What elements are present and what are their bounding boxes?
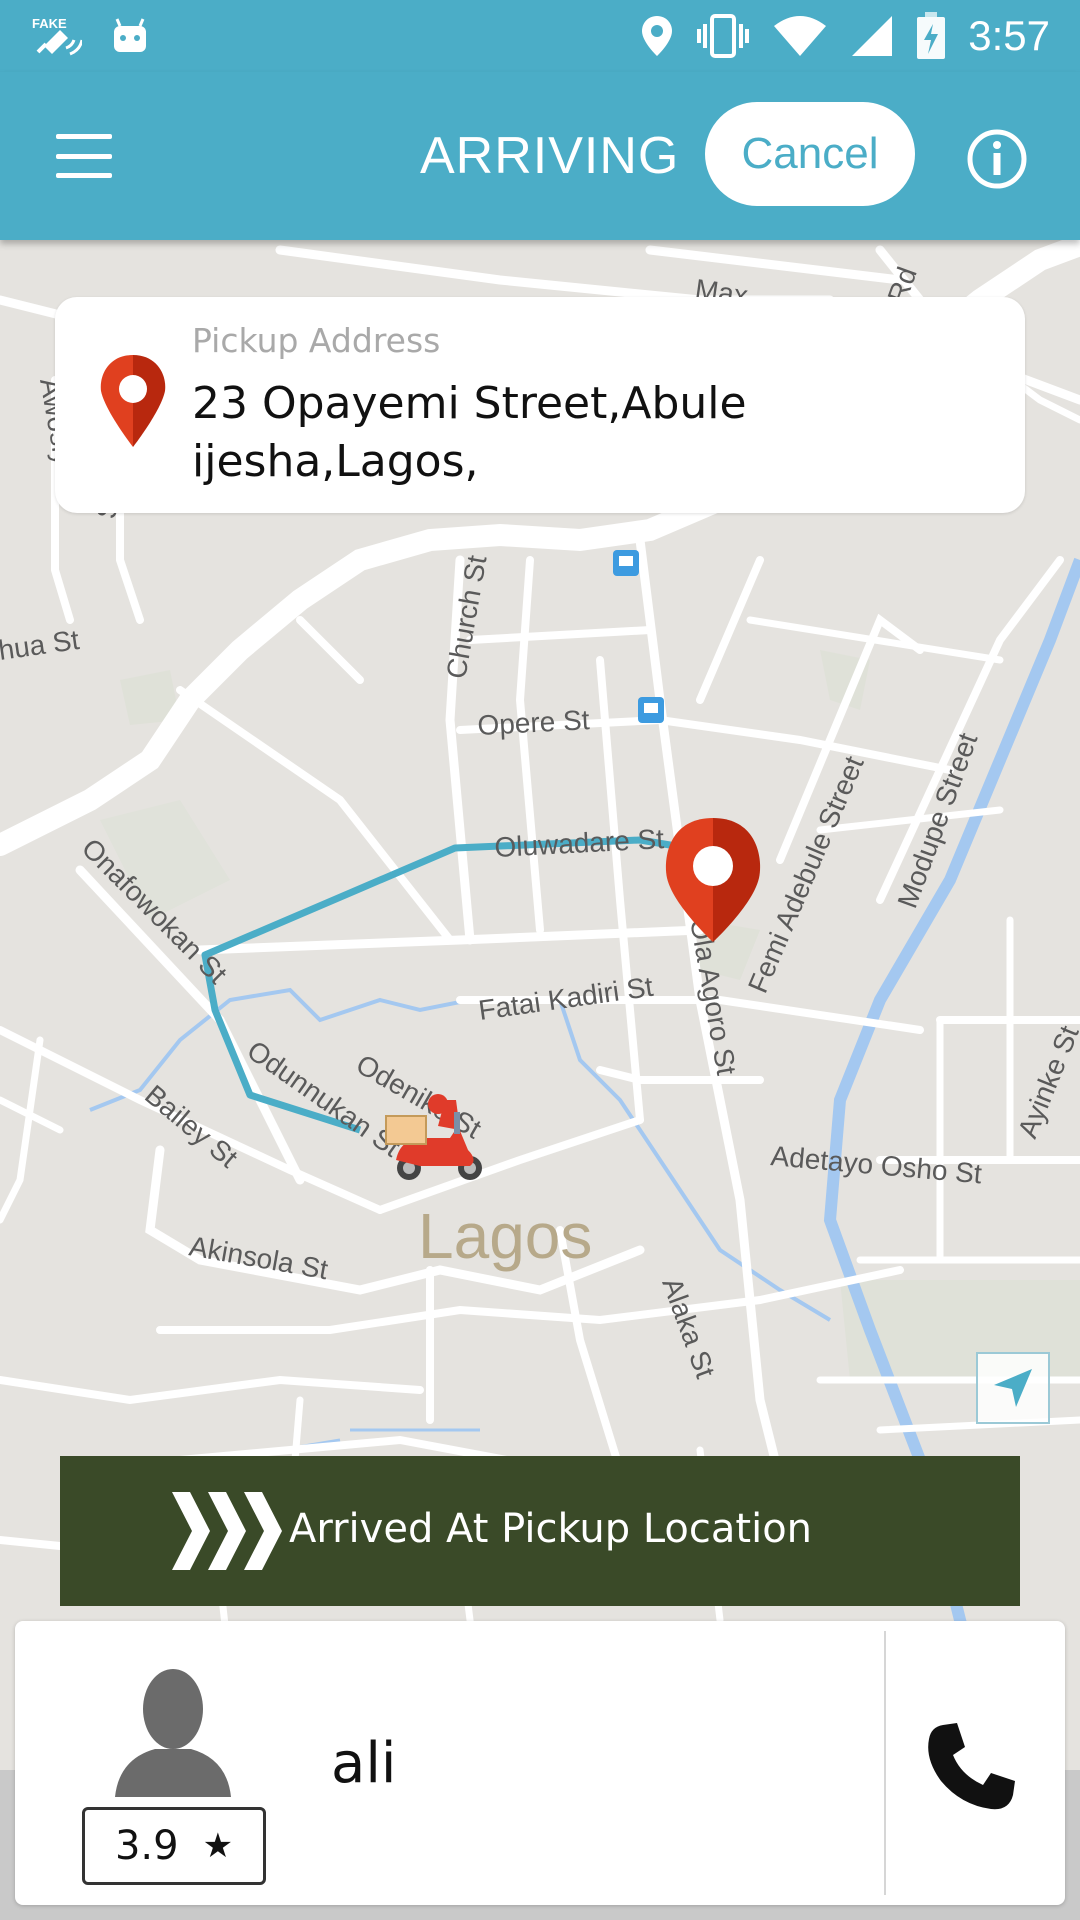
driver-card: 3.9 ★ ali: [15, 1621, 1065, 1905]
bus-stop-icon: [638, 697, 664, 723]
svg-text:FAKE: FAKE: [32, 16, 67, 31]
location-icon: [642, 16, 673, 56]
pickup-address-card[interactable]: Pickup Address 23 Opayemi Street,Abule i…: [55, 297, 1025, 513]
star-icon: ★: [202, 1826, 234, 1866]
fake-gps-icon: FAKE: [32, 16, 82, 56]
map-city-label: Lagos: [418, 1200, 592, 1272]
slider-label: Arrived At Pickup Location: [289, 1506, 813, 1552]
divider: [884, 1631, 886, 1895]
status-right-icons: 3:57: [640, 12, 1080, 60]
wifi-icon: [774, 16, 827, 56]
arrived-at-pickup-slider[interactable]: Arrived At Pickup Location: [60, 1456, 1020, 1606]
pickup-pin-icon: [100, 355, 166, 447]
avatar: [115, 1669, 231, 1797]
my-location-button[interactable]: [976, 1352, 1050, 1424]
pickup-label: Pickup Address: [192, 321, 441, 360]
status-left-icons: FAKE: [0, 12, 150, 60]
battery-charging-icon: [917, 12, 946, 59]
rating-value: 3.9: [114, 1823, 179, 1869]
status-time: 3:57: [968, 12, 1050, 59]
navigation-arrow-icon: [994, 1369, 1032, 1407]
driver-name: ali: [331, 1731, 397, 1796]
hamburger-menu-icon[interactable]: [56, 134, 112, 178]
app-bar: ARRIVING Cancel: [0, 72, 1080, 240]
info-icon[interactable]: [966, 128, 1028, 190]
pickup-address-text: 23 Opayemi Street,Abule ijesha,Lagos,: [192, 378, 747, 487]
bus-stop-icon: [613, 550, 639, 576]
vibrate-icon: [697, 14, 750, 58]
android-icon: [114, 18, 146, 52]
status-bar: FAKE 3:57: [0, 0, 1080, 72]
rating-badge: 3.9 ★: [82, 1807, 266, 1885]
chevrons-right-icon: [172, 1492, 282, 1570]
cancel-button[interactable]: Cancel: [705, 102, 915, 206]
street-label-opere: Opere St: [477, 704, 591, 741]
signal-icon: [852, 16, 893, 56]
page-title: ARRIVING: [420, 127, 680, 185]
phone-icon[interactable]: [921, 1717, 1021, 1817]
